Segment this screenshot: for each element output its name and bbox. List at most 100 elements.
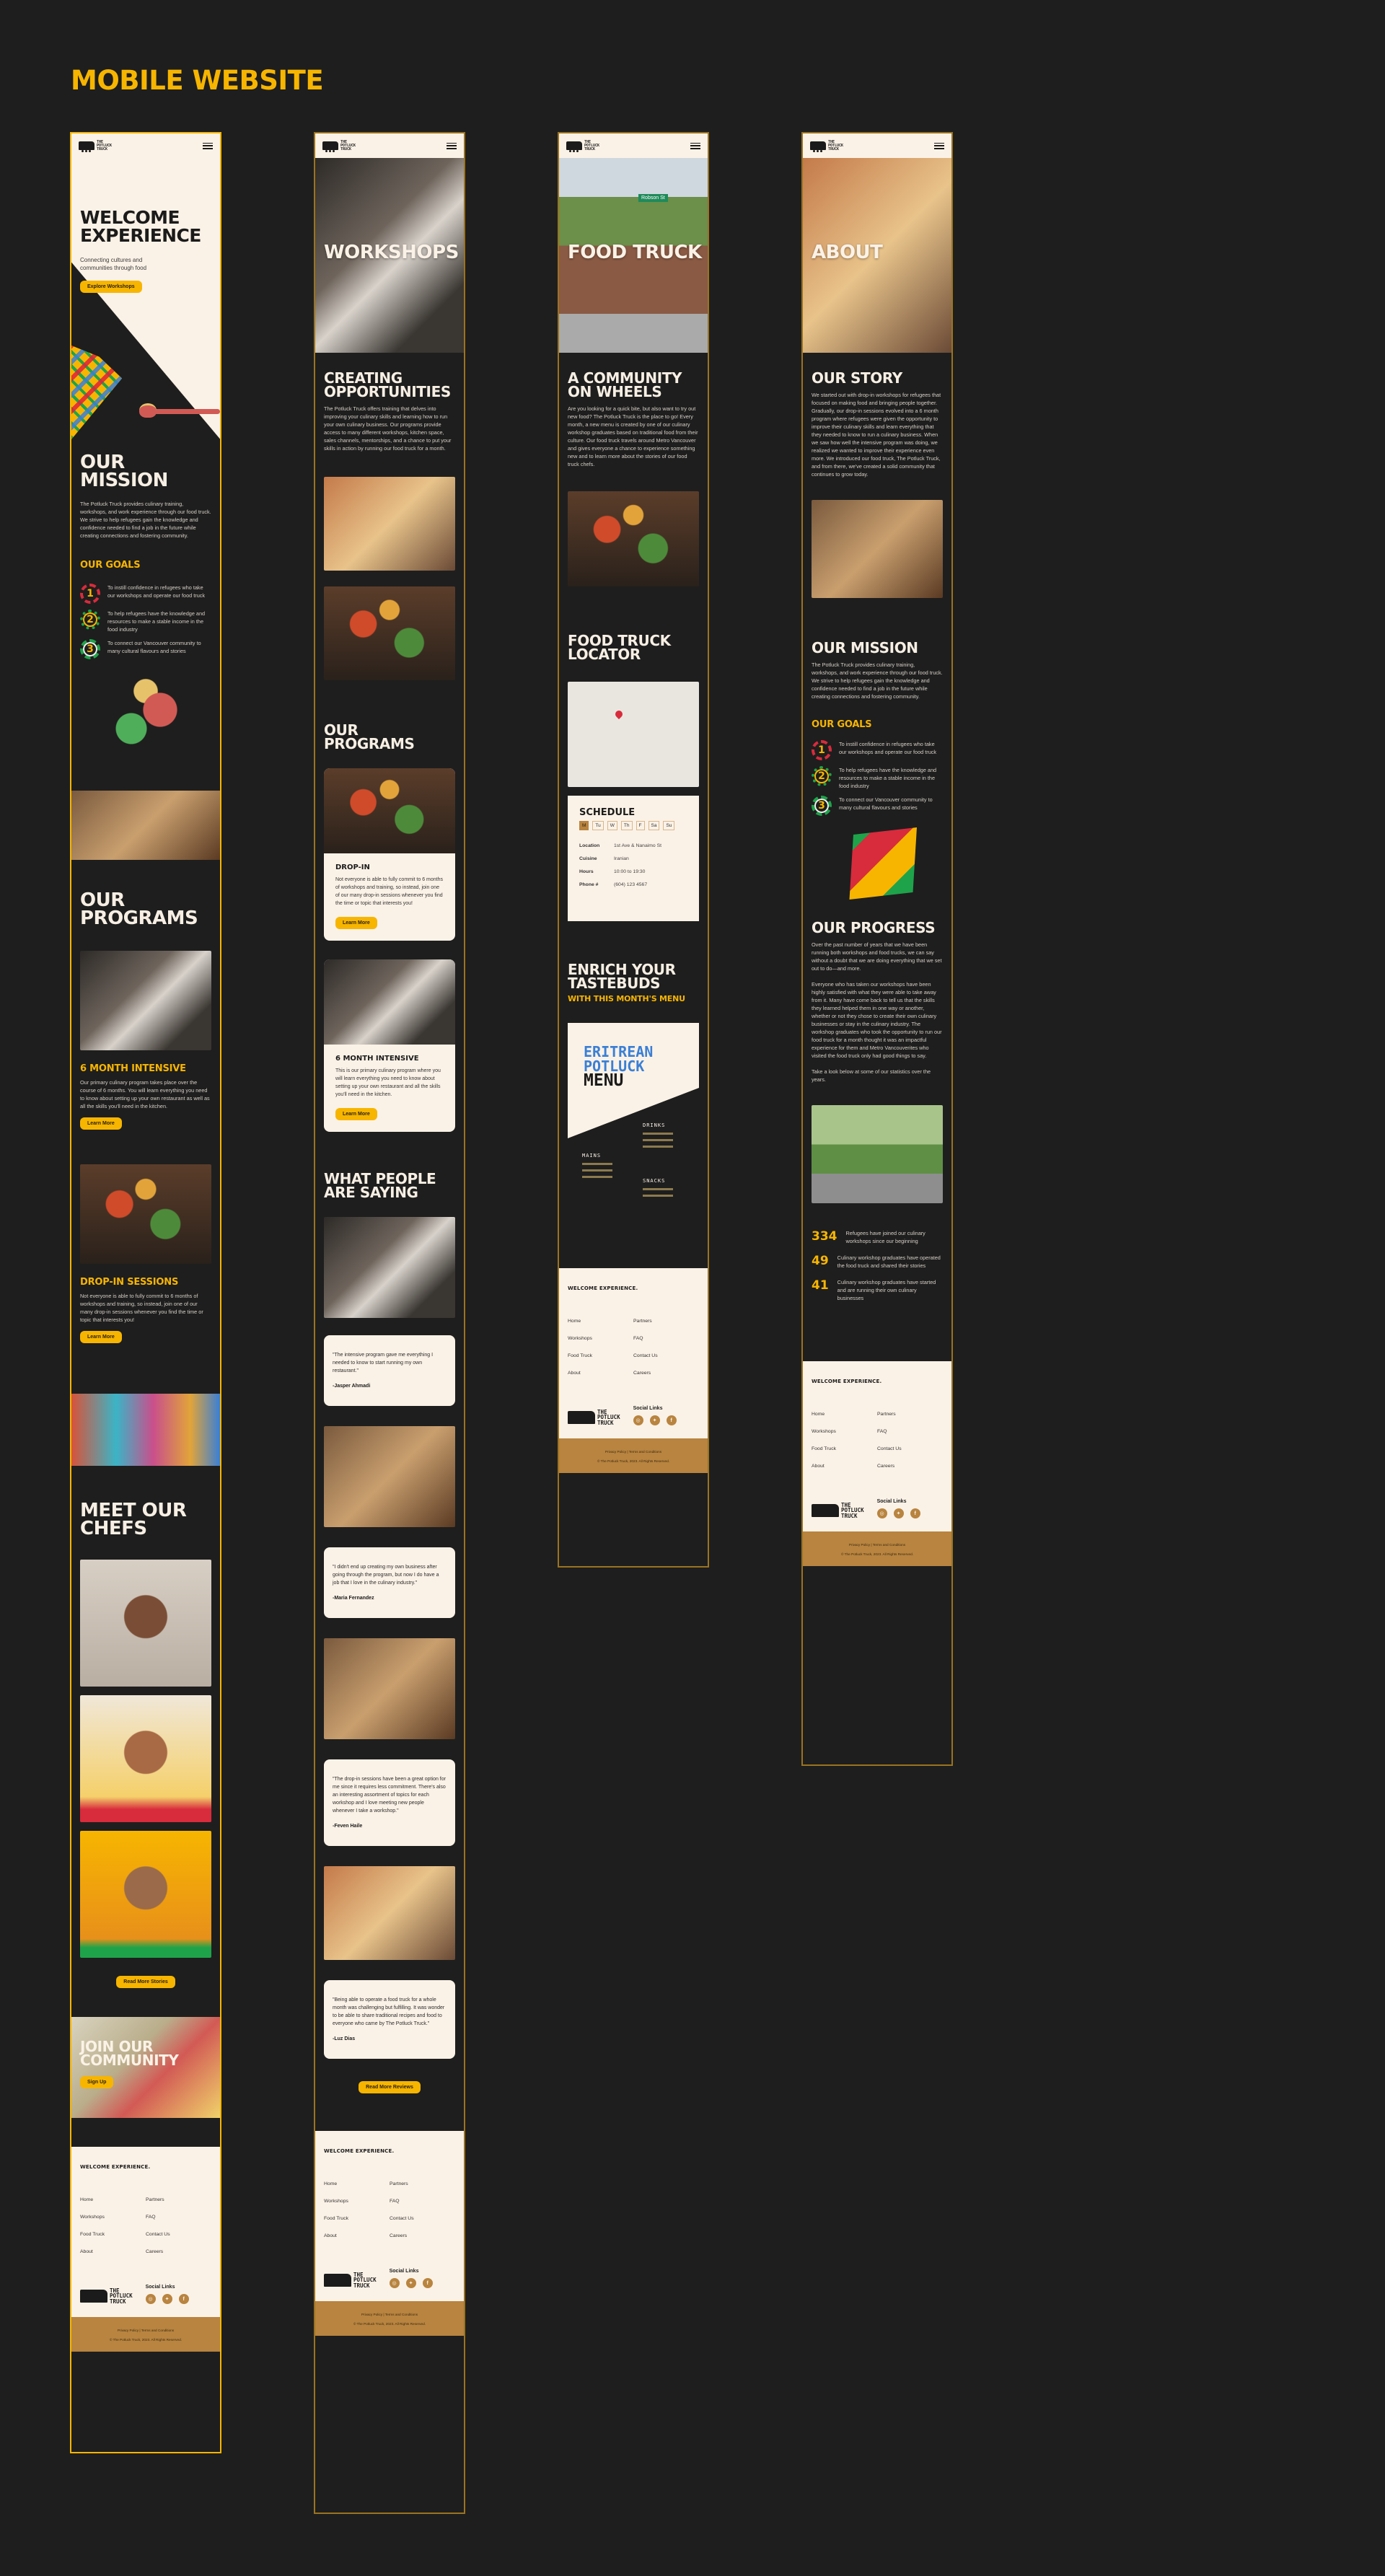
footer-link-workshops[interactable]: Workshops — [568, 1336, 633, 1341]
goal-number-2-icon: 2 — [812, 766, 832, 786]
footer-logo[interactable]: THE POTLUCK TRUCK — [812, 1502, 864, 1519]
footer-link-home[interactable]: Home — [568, 1319, 633, 1324]
footer-link-partners[interactable]: Partners — [390, 2181, 455, 2186]
footer-link-workshops[interactable]: Workshops — [324, 2199, 390, 2204]
learn-more-button[interactable]: Learn More — [335, 1108, 377, 1120]
footer-link-about[interactable]: About — [80, 2249, 146, 2254]
program-title: 6 MONTH INTENSIVE — [80, 1063, 186, 1074]
legal-links[interactable]: Privacy Policy | Terms and Conditions — [803, 1540, 951, 1549]
footer-link-faq[interactable]: FAQ — [633, 1336, 699, 1341]
legal-links[interactable]: Privacy Policy | Terms and Conditions — [315, 2310, 464, 2319]
facebook-icon[interactable]: f — [910, 1508, 920, 1518]
twitter-icon[interactable]: ✦ — [405, 2278, 416, 2288]
footer-logo[interactable]: THE POTLUCK TRUCK — [80, 2287, 133, 2305]
mobile-screen-home: THE POTLUCK TRUCK WELCOME EXPERIENCE Connec… — [70, 132, 221, 2453]
legal-bar: Privacy Policy | Terms and Conditions © T… — [803, 1531, 951, 1566]
read-more-stories-button[interactable]: Read More Stories — [116, 1976, 175, 1988]
footer-link-careers[interactable]: Careers — [390, 2233, 455, 2238]
day-tab-saturday[interactable]: Sa — [648, 821, 660, 830]
logo[interactable]: THE POTLUCK TRUCK — [79, 140, 112, 152]
footer-link-partners[interactable]: Partners — [146, 2197, 211, 2202]
day-tab-tuesday[interactable]: Tu — [592, 821, 604, 830]
learn-more-button[interactable]: Learn More — [80, 1331, 122, 1343]
footer-link-food-truck[interactable]: Food Truck — [80, 2232, 146, 2237]
footer-link-food-truck[interactable]: Food Truck — [324, 2216, 390, 2221]
locator-section: FOOD TRUCK LOCATOR SCHEDULE M Tu W Th F S… — [559, 586, 708, 921]
day-tab-monday[interactable]: M — [579, 821, 589, 830]
menu-section-mains: MAINS — [582, 1153, 612, 1178]
sign-up-button[interactable]: Sign Up — [80, 2076, 114, 2088]
explore-workshops-button[interactable]: Explore Workshops — [80, 281, 142, 293]
footer-logo[interactable]: THE POTLUCK TRUCK — [568, 1409, 620, 1426]
menu-card[interactable]: ERITREAN POTLUCK MENU DRINKS MAINS SNACKS — [568, 1023, 699, 1232]
footer-link-food-truck[interactable]: Food Truck — [812, 1446, 877, 1451]
legal-links[interactable]: Privacy Policy | Terms and Conditions — [71, 2326, 220, 2335]
footer-link-faq[interactable]: FAQ — [877, 1429, 943, 1434]
footer-link-about[interactable]: About — [324, 2233, 390, 2238]
learn-more-button[interactable]: Learn More — [335, 917, 377, 929]
day-tab-wednesday[interactable]: W — [607, 821, 617, 830]
footer-link-home[interactable]: Home — [80, 2197, 146, 2202]
hamburger-menu-icon[interactable] — [447, 142, 457, 149]
truck-logo-icon — [566, 141, 582, 152]
footer-title: WELCOME EXPERIENCE. — [568, 1285, 638, 1291]
footer-link-home[interactable]: Home — [812, 1412, 877, 1417]
learn-more-button[interactable]: Learn More — [80, 1117, 122, 1130]
facebook-icon[interactable]: f — [178, 2294, 189, 2304]
read-more-reviews-button[interactable]: Read More Reviews — [359, 2081, 421, 2093]
day-tab-friday[interactable]: F — [636, 821, 645, 830]
footer-link-home[interactable]: Home — [324, 2181, 390, 2186]
progress-text: Over the past number of years that we ha… — [812, 941, 942, 972]
goal-text: To help refugees have the knowledge and … — [107, 610, 206, 633]
chef-portrait — [80, 1831, 211, 1958]
footer-link-careers[interactable]: Careers — [877, 1464, 943, 1469]
program-card: 6 MONTH INTENSIVE This is our primary cul… — [324, 959, 455, 1132]
navbar: THE POTLUCK TRUCK — [315, 133, 464, 158]
instagram-icon[interactable]: ◎ — [145, 2294, 156, 2304]
footer-link-faq[interactable]: FAQ — [390, 2199, 455, 2204]
intro-section: CREATING OPPORTUNITIES The Potluck Truck … — [315, 353, 464, 680]
logo[interactable]: THE POTLUCK TRUCK — [322, 140, 356, 152]
goals-title: OUR GOALS — [812, 719, 872, 730]
day-tab-sunday[interactable]: Su — [663, 821, 675, 830]
footer-link-partners[interactable]: Partners — [877, 1412, 943, 1417]
twitter-icon[interactable]: ✦ — [162, 2294, 172, 2304]
hamburger-menu-icon[interactable] — [934, 142, 944, 149]
footer-link-contact[interactable]: Contact Us — [633, 1353, 699, 1358]
instagram-icon[interactable]: ◎ — [389, 2278, 400, 2288]
review-image — [324, 1866, 455, 1960]
facebook-icon[interactable]: f — [666, 1415, 677, 1425]
footer-link-careers[interactable]: Careers — [146, 2249, 211, 2254]
day-tab-thursday[interactable]: Th — [620, 821, 633, 830]
footer-link-contact[interactable]: Contact Us — [390, 2216, 455, 2221]
footer-link-workshops[interactable]: Workshops — [80, 2215, 146, 2220]
hamburger-menu-icon[interactable] — [203, 142, 213, 149]
logo[interactable]: THE POTLUCK TRUCK — [810, 140, 843, 152]
footer-link-contact[interactable]: Contact Us — [146, 2232, 211, 2237]
hamburger-menu-icon[interactable] — [690, 142, 700, 149]
footer-link-partners[interactable]: Partners — [633, 1319, 699, 1324]
programs-title: OUR PROGRAMS — [324, 721, 415, 752]
instagram-icon[interactable]: ◎ — [633, 1415, 643, 1425]
footer-link-about[interactable]: About — [568, 1371, 633, 1376]
footer-link-contact[interactable]: Contact Us — [877, 1446, 943, 1451]
legal-links[interactable]: Privacy Policy | Terms and Conditions — [559, 1447, 708, 1456]
footer-link-about[interactable]: About — [812, 1464, 877, 1469]
footer-link-food-truck[interactable]: Food Truck — [568, 1353, 633, 1358]
logo[interactable]: THE POTLUCK TRUCK — [566, 140, 599, 152]
twitter-icon[interactable]: ✦ — [649, 1415, 660, 1425]
legal-bar: Privacy Policy | Terms and Conditions © T… — [559, 1438, 708, 1473]
twitter-icon[interactable]: ✦ — [893, 1508, 904, 1518]
footer-link-workshops[interactable]: Workshops — [812, 1429, 877, 1434]
map[interactable] — [568, 682, 699, 787]
copyright: © The Potluck Truck, 2023. All Rights Re… — [353, 2322, 426, 2326]
schedule-row: Phone # (604) 123 4567 — [579, 882, 648, 887]
footer-logo[interactable]: THE POTLUCK TRUCK — [324, 2272, 377, 2289]
footer-link-careers[interactable]: Careers — [633, 1371, 699, 1376]
footer-link-faq[interactable]: FAQ — [146, 2215, 211, 2220]
map-pin-icon[interactable] — [613, 708, 625, 720]
facebook-icon[interactable]: f — [422, 2278, 433, 2288]
instagram-icon[interactable]: ◎ — [876, 1508, 887, 1518]
community-title: JOIN OUR COMMUNITY — [80, 2038, 179, 2069]
goal-item: 3 To connect our Vancouver community to m… — [812, 796, 943, 816]
